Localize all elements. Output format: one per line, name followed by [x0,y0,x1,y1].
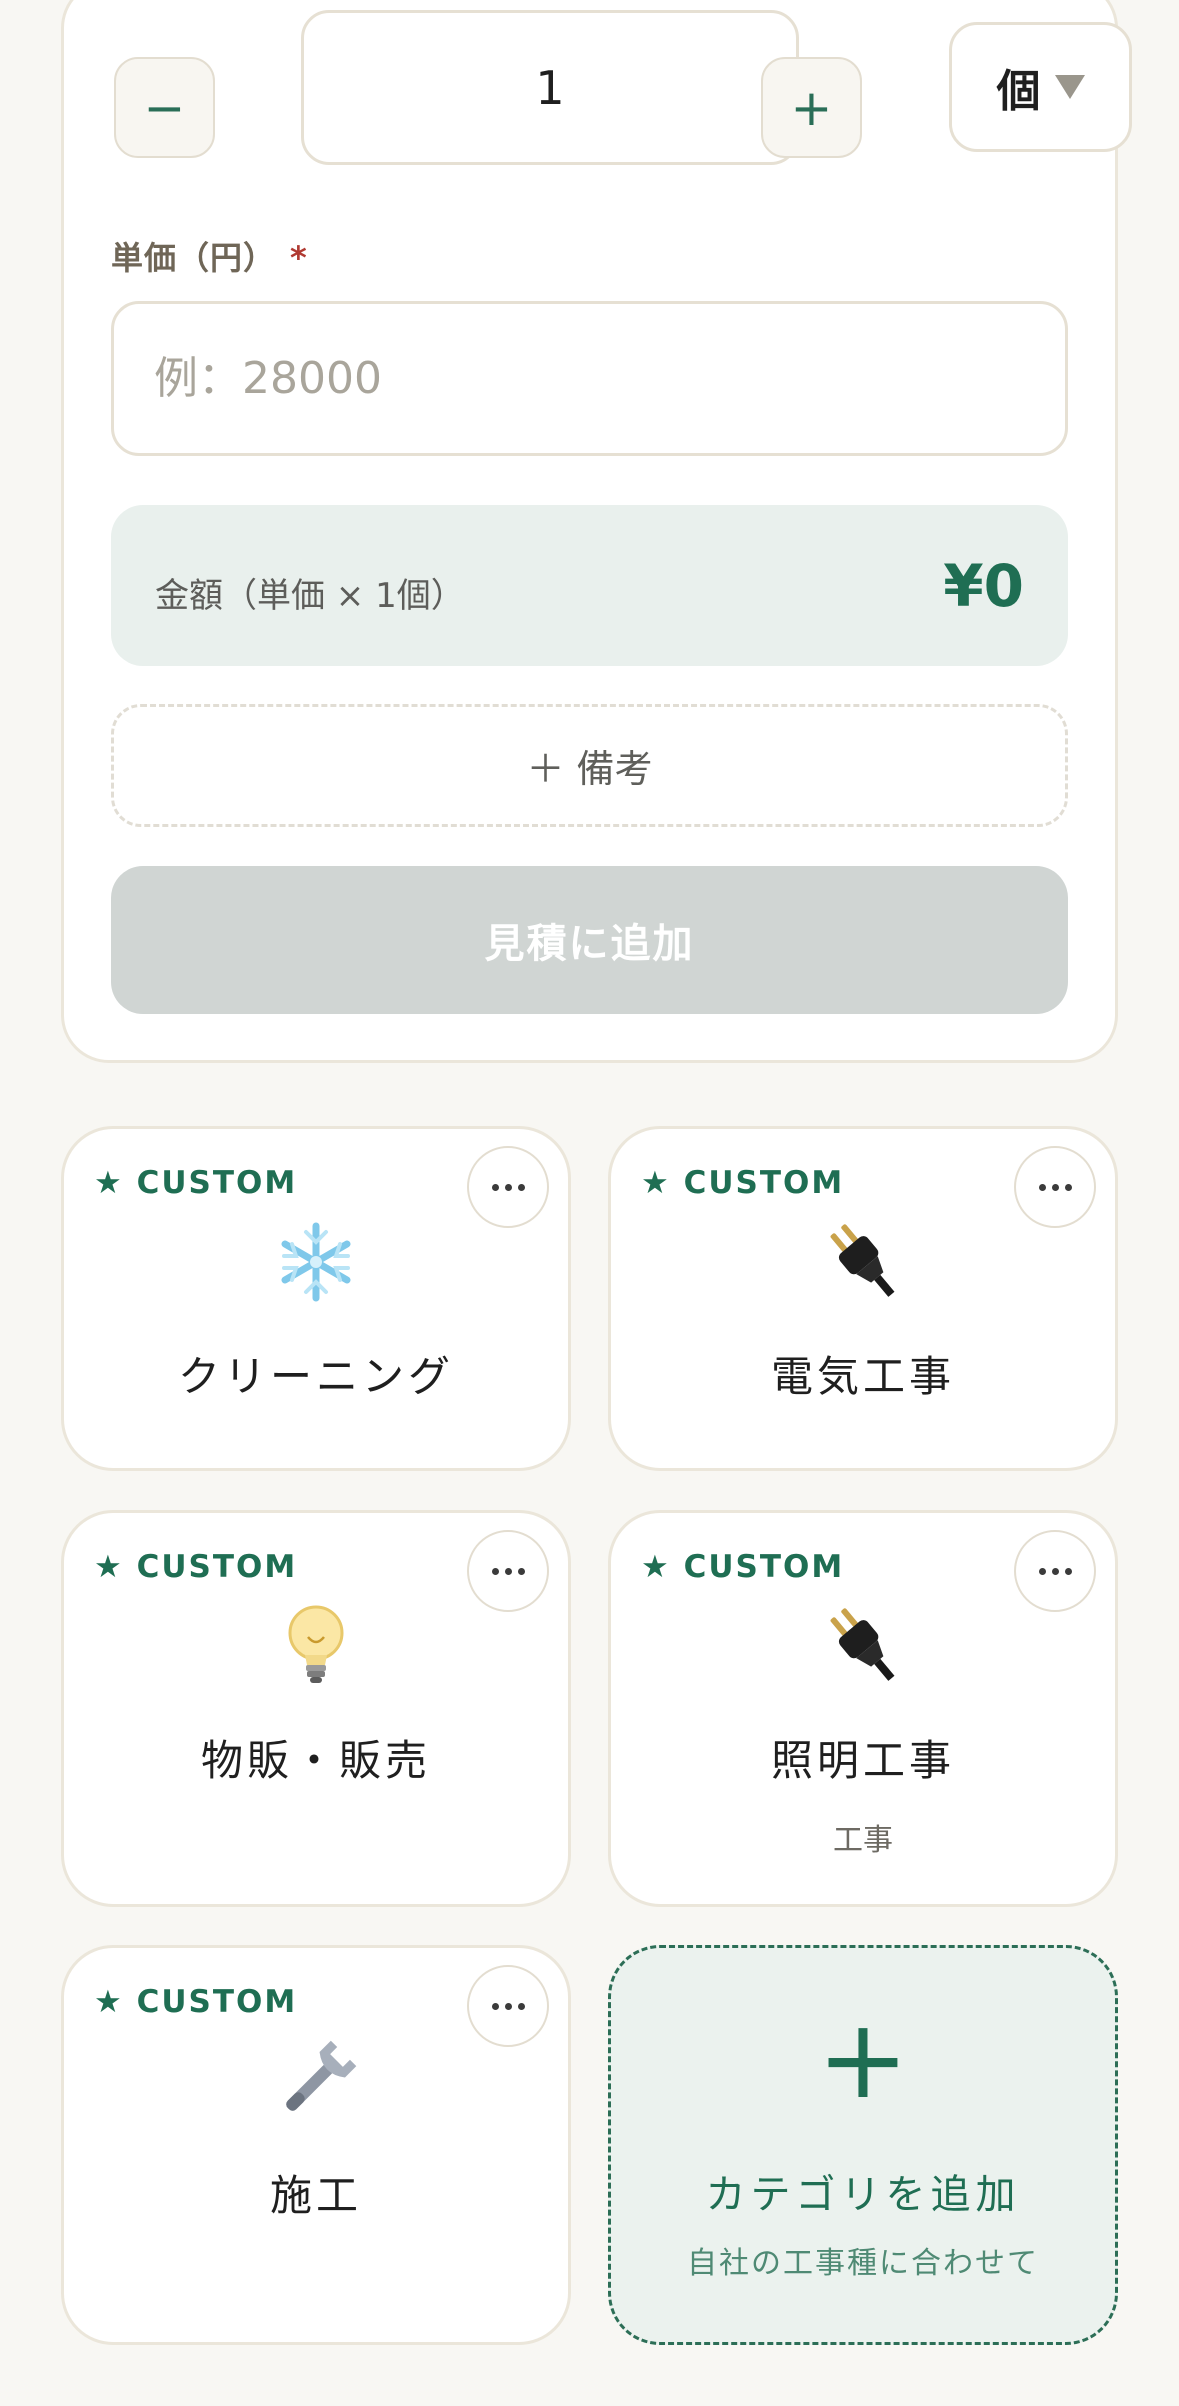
unit-price-label-text: 単価（円） [111,239,277,277]
unit-price-input[interactable] [111,301,1068,456]
category-card[interactable]: ★ CUSTOM 照明工事 工事 [608,1510,1118,1907]
add-note-label: ＋ 備考 [526,747,653,791]
quantity-decrement-button[interactable]: − [114,57,215,158]
category-name: 照明工事 [770,1736,955,1785]
category-card[interactable]: ★ CUSTOM クリーニング [61,1126,571,1471]
unit-select[interactable]: 個 [949,22,1132,152]
add-category-subtitle: 自社の工事種に合わせて [687,2246,1039,2281]
category-name: 物販・販売 [200,1736,431,1785]
wrench-icon [64,2036,568,2126]
more-options-button[interactable] [467,1965,549,2047]
quantity-input[interactable]: 1 [301,10,799,165]
amount-summary: 金額（単価 × 1個） ¥0 [111,505,1068,666]
custom-badge: ★ CUSTOM [641,1549,845,1585]
custom-badge: ★ CUSTOM [94,1549,298,1585]
custom-badge: ★ CUSTOM [641,1165,845,1201]
category-card[interactable]: ★ CUSTOM 物販・販売 [61,1510,571,1907]
amount-label: 金額（単価 × 1個） [155,576,465,616]
unit-price-label: 単価（円） * [111,233,308,279]
custom-badge: ★ CUSTOM [94,1984,298,2020]
add-category-title: カテゴリを追加 [705,2172,1021,2218]
add-note-button[interactable]: ＋ 備考 [111,704,1068,827]
more-options-button[interactable] [467,1530,549,1612]
plug-icon [611,1601,1115,1691]
more-options-button[interactable] [467,1146,549,1228]
light-bulb-icon [64,1601,568,1691]
custom-badge: ★ CUSTOM [94,1165,298,1201]
category-name: 電気工事 [770,1352,955,1401]
add-to-estimate-label: 見積に追加 [484,921,695,967]
plug-icon [611,1217,1115,1307]
minus-icon: − [143,78,186,137]
snowflake-icon [64,1217,568,1307]
plus-icon: + [790,78,833,137]
more-options-button[interactable] [1014,1530,1096,1612]
more-options-button[interactable] [1014,1146,1096,1228]
category-name: クリーニング [177,1352,454,1401]
required-mark: * [290,239,308,277]
quantity-increment-button[interactable]: + [761,57,862,158]
quantity-value: 1 [535,60,565,115]
amount-value: ¥0 [943,551,1024,620]
plus-icon: + [816,1995,910,2123]
add-category-card[interactable]: + カテゴリを追加 自社の工事種に合わせて [608,1945,1118,2345]
category-name: 施工 [269,2171,362,2220]
add-to-estimate-button[interactable]: 見積に追加 [111,866,1068,1014]
category-card[interactable]: ★ CUSTOM 電気工事 [608,1126,1118,1471]
caret-down-icon [1054,75,1085,99]
category-card[interactable]: ★ CUSTOM 施工 [61,1945,571,2345]
unit-value: 個 [996,66,1041,117]
category-subtitle: 工事 [833,1823,893,1858]
